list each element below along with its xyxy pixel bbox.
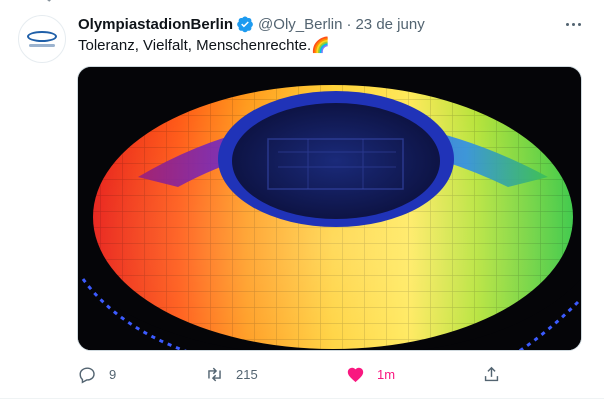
tweet-header: OlympiastadionBerlin @Oly_Berlin · 23 de… bbox=[78, 14, 425, 34]
like-button[interactable]: 1m bbox=[346, 360, 395, 388]
like-count: 1m bbox=[377, 366, 396, 382]
share-button[interactable] bbox=[482, 360, 501, 388]
user-handle[interactable]: @Oly_Berlin bbox=[258, 16, 342, 33]
rainbow-stadium-roof-photo bbox=[78, 67, 581, 350]
previous-context-strip: ⌖ bbox=[0, 0, 604, 6]
heart-filled-icon bbox=[347, 367, 364, 382]
pin-icon: ⌖ bbox=[46, 0, 53, 6]
reply-button[interactable]: 9 bbox=[78, 360, 116, 388]
tweet-media-image[interactable] bbox=[77, 66, 582, 351]
retweet-button[interactable]: 215 bbox=[205, 360, 258, 388]
tweet-date[interactable]: 23 de juny bbox=[355, 16, 424, 33]
reply-icon bbox=[79, 366, 95, 384]
retweet-icon bbox=[208, 367, 221, 381]
verified-badge-icon bbox=[237, 16, 253, 33]
tweet-actions-bar: 9 215 1m bbox=[0, 360, 604, 388]
avatar[interactable] bbox=[18, 15, 66, 63]
reply-count: 9 bbox=[109, 366, 117, 382]
display-name[interactable]: OlympiastadionBerlin bbox=[78, 16, 233, 33]
stadium-logo-icon bbox=[27, 31, 57, 42]
separator-dot: · bbox=[346, 15, 352, 33]
more-options-icon[interactable] bbox=[562, 13, 584, 35]
share-icon bbox=[484, 366, 499, 381]
divider bbox=[0, 398, 604, 399]
tweet-text: Toleranz, Vielfalt, Menschenrechte.🌈 bbox=[78, 37, 330, 54]
retweet-count: 215 bbox=[236, 366, 258, 382]
